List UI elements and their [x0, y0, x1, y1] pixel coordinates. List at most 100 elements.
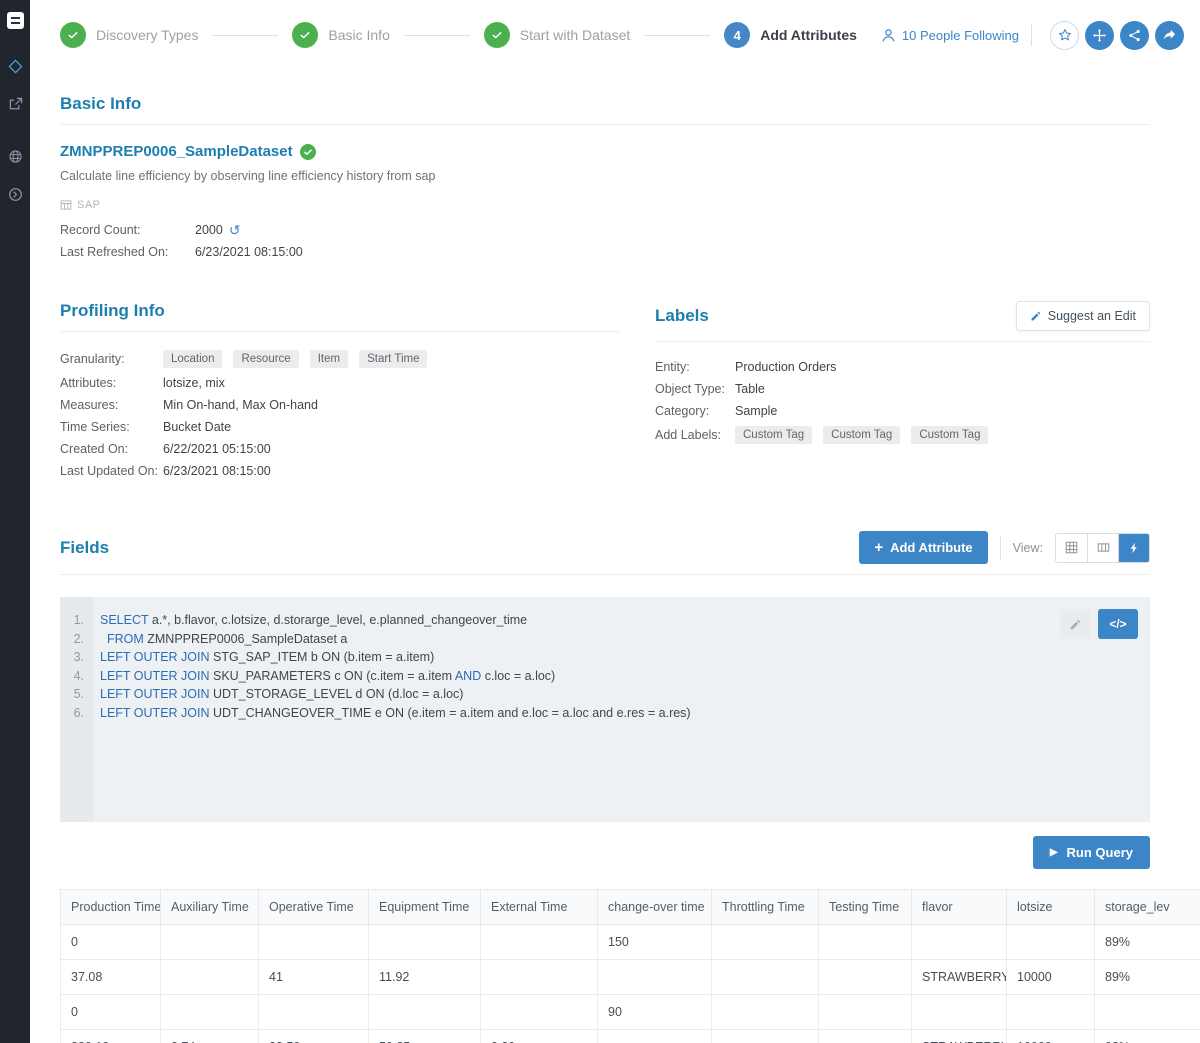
granularity-tag: Start Time	[359, 350, 428, 368]
column-header: Throttling Time	[711, 889, 819, 925]
history-icon[interactable]: ↺	[229, 223, 241, 237]
pencil-icon	[1031, 311, 1041, 321]
view-label: View:	[1012, 540, 1043, 555]
line-number: 4.	[73, 668, 84, 683]
table-cell	[480, 994, 598, 1030]
sql-line: SELECT a.*, b.flavor, c.lotsize, d.stora…	[100, 613, 528, 627]
move-button[interactable]	[1085, 20, 1114, 50]
table-cell: 41	[258, 959, 369, 995]
labels-title: Labels	[655, 306, 709, 325]
table-cell: 0	[60, 924, 161, 960]
table-cell	[818, 959, 912, 995]
table-cell: 33.59	[258, 1029, 369, 1043]
table-cell: 92%	[1094, 1029, 1200, 1043]
table-cell: 380.13	[60, 1029, 161, 1043]
step-label: Basic Info	[328, 27, 390, 43]
suggest-edit-button[interactable]: Suggest an Edit	[1015, 301, 1150, 331]
table-cell	[480, 924, 598, 960]
custom-tag[interactable]: Custom Tag	[823, 426, 901, 444]
run-query-button[interactable]: ▶ Run Query	[1032, 836, 1150, 869]
table-cell	[597, 1029, 712, 1043]
basic-info-title: Basic Info	[60, 94, 142, 113]
table-cell	[258, 924, 369, 960]
table-cell: 3.74	[160, 1029, 259, 1043]
table-row: 380.13 3.74 33.59 59.25 3.29 STRAWBERRY …	[60, 1029, 1200, 1043]
forward-circle-icon[interactable]	[0, 179, 30, 209]
discover-icon[interactable]	[0, 51, 30, 81]
add-attribute-button[interactable]: + Add Attribute	[859, 531, 988, 564]
table-grid-icon	[60, 200, 72, 210]
share-nodes-button[interactable]	[1120, 20, 1149, 50]
view-grid-button[interactable]	[1056, 533, 1087, 562]
last-updated-label: Last Updated On:	[60, 464, 158, 478]
table-cell	[480, 959, 598, 995]
table-row: 0 150 89%	[60, 924, 1200, 960]
sql-line: LEFT OUTER JOIN SKU_PARAMETERS c ON (c.i…	[100, 668, 556, 683]
table-cell	[1006, 924, 1095, 960]
record-count-value: 2000	[195, 223, 223, 237]
column-header: Auxiliary Time	[160, 889, 259, 925]
line-number: 1.	[73, 613, 84, 627]
table-cell: 90	[597, 994, 712, 1030]
object-type-value: Table	[735, 382, 765, 396]
favorite-button[interactable]	[1050, 20, 1079, 50]
step-connector	[212, 34, 279, 36]
entity-value: Production Orders	[735, 360, 837, 374]
app-logo-icon[interactable]	[6, 12, 24, 29]
step-add-attributes[interactable]: 4 Add Attributes	[724, 22, 857, 48]
people-following-link[interactable]: 10 People Following	[881, 28, 1019, 43]
table-cell	[911, 924, 1007, 960]
step-discovery-types[interactable]: Discovery Types	[60, 22, 198, 48]
time-series-value: Bucket Date	[163, 420, 232, 434]
code-icon: </>	[1109, 617, 1127, 631]
granularity-tag: Location	[163, 350, 223, 368]
table-cell: 3.29	[480, 1029, 598, 1043]
sql-line: FROM ZMNPPREP0006_SampleDataset a	[106, 631, 348, 646]
view-columns-button[interactable]	[1087, 533, 1118, 562]
column-header: flavor	[911, 889, 1007, 925]
table-cell: STRAWBERRY	[911, 959, 1007, 995]
edit-query-button[interactable]	[1060, 609, 1090, 639]
custom-tag[interactable]: Custom Tag	[735, 426, 813, 444]
table-cell: 11.92	[368, 959, 481, 995]
line-number: 5.	[73, 687, 84, 701]
table-cell	[1006, 994, 1095, 1030]
table-header-row: Production Time Auxiliary Time Operative…	[60, 889, 1200, 925]
line-number: 2.	[73, 631, 84, 646]
following-label: 10 People Following	[901, 27, 1019, 43]
table-cell	[818, 1029, 912, 1043]
view-toggle-group	[1055, 532, 1150, 563]
table-cell: 10000	[1006, 1029, 1095, 1043]
view-query-button[interactable]	[1118, 533, 1149, 562]
labels-section: Labels Suggest an Edit Entity: Productio…	[655, 301, 1150, 486]
measures-value: Min On-hand, Max On-hand	[163, 398, 318, 412]
step-number: 4	[724, 22, 751, 48]
table-cell: 59.25	[368, 1029, 481, 1043]
granularity-label: Granularity:	[60, 352, 125, 366]
share-button[interactable]	[1155, 20, 1184, 50]
table-cell	[368, 994, 481, 1030]
step-label: Start with Dataset	[519, 27, 631, 43]
sql-line: LEFT OUTER JOIN UDT_CHANGEOVER_TIME e ON…	[100, 705, 691, 720]
column-header: Testing Time	[818, 889, 912, 925]
granularity-tag: Item	[309, 350, 349, 368]
step-start-with-dataset[interactable]: Start with Dataset	[483, 22, 631, 48]
add-labels-label: Add Labels:	[655, 428, 722, 442]
step-basic-info[interactable]: Basic Info	[292, 22, 390, 48]
app-sidebar	[0, 0, 30, 1043]
basic-info-section: Basic Info ZMNPPREP0006_SampleDataset Ca…	[60, 94, 1150, 259]
table-row: 0 90	[60, 994, 1200, 1030]
code-view-button[interactable]: </>	[1098, 609, 1138, 639]
custom-tag[interactable]: Custom Tag	[911, 426, 989, 444]
share-nodes-icon	[1129, 29, 1140, 41]
export-icon[interactable]	[0, 89, 30, 119]
last-refreshed-label: Last Refreshed On:	[60, 245, 169, 259]
table-cell	[597, 959, 712, 995]
step-done-check-icon	[292, 22, 319, 48]
step-connector	[644, 34, 711, 36]
sql-editor[interactable]: 1. SELECT a.*, b.flavor, c.lotsize, d.sto…	[60, 597, 1150, 822]
table-cell: 89%	[1094, 924, 1200, 960]
steps: Discovery Types Basic Info Start with Da…	[60, 22, 857, 48]
globe-icon[interactable]	[0, 141, 30, 171]
play-icon: ▶	[1049, 846, 1058, 858]
